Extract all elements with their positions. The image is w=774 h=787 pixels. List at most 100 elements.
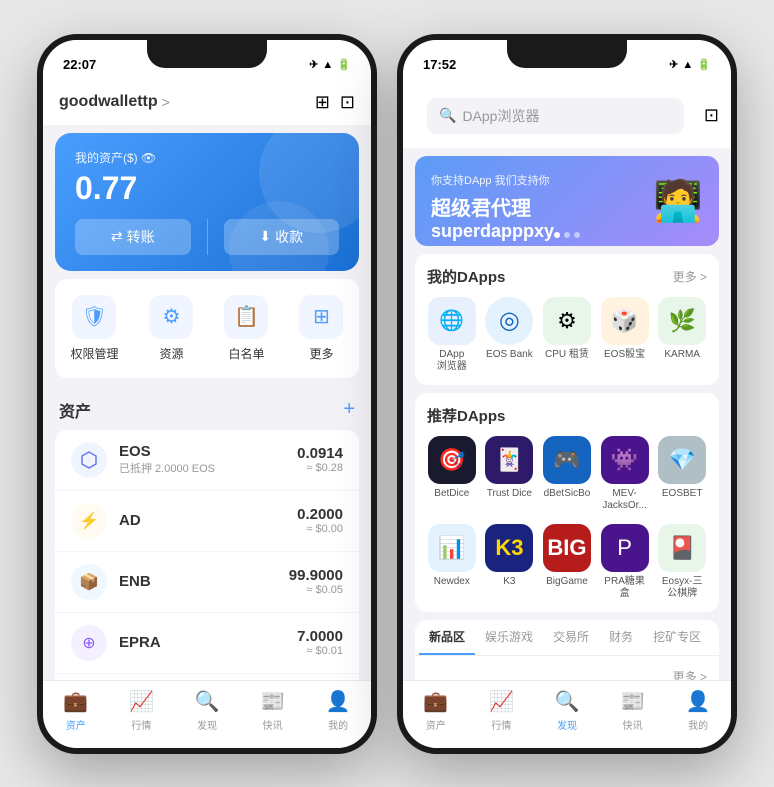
tab-mining[interactable]: 挖矿专区 <box>643 620 711 655</box>
dapp-eosbet[interactable]: 💎 EOSBET <box>657 436 707 512</box>
discover-tab-icon: 🔍 <box>195 689 220 714</box>
asset-row-enb[interactable]: 📦 ENB 99.9000 ≈ $0.05 <box>55 552 359 613</box>
me-tab-icon: 👤 <box>326 689 351 714</box>
dapp-dbetsicbo[interactable]: 🎮 dBetSicBo <box>542 436 592 512</box>
eosyx-name: Eosyx-三公棋牌 <box>662 576 703 600</box>
tab-market-label-1: 行情 <box>131 717 151 732</box>
dapp-k3[interactable]: K3 K3 <box>485 524 535 600</box>
pra-name: PRA糖果盒 <box>604 576 645 600</box>
market-tab-icon: 📈 <box>129 689 154 714</box>
tab-discover-label-2: 发现 <box>557 717 577 732</box>
search-placeholder: DApp浏览器 <box>462 106 539 126</box>
eosbank-icon: ◎ <box>499 306 520 335</box>
tab-me-2[interactable]: 👤 我的 <box>665 689 731 732</box>
transfer-icon: ⇄ <box>111 228 123 245</box>
dapp-eosbank-name: EOS Bank <box>486 349 533 361</box>
dbetsicbo-icon: 🎮 <box>553 447 580 473</box>
resource-icon-bg: ⚙ <box>149 295 193 339</box>
whitelist-icon-bg: 📋 <box>224 295 268 339</box>
shield-icon: 🛡 <box>82 304 107 329</box>
tab-discover-1[interactable]: 🔍 发现 <box>174 689 240 732</box>
tab-me-1[interactable]: 👤 我的 <box>305 689 371 732</box>
dapp-trustdice[interactable]: 🃏 Trust Dice <box>485 436 535 512</box>
tab-assets-2[interactable]: 💼 资产 <box>403 689 469 732</box>
recommended-dapps-title: 推荐DApps <box>427 405 505 426</box>
receive-label: 收款 <box>275 227 303 247</box>
tab-new[interactable]: 新品区 <box>419 620 475 655</box>
tab-finance[interactable]: 财务 <box>599 620 643 655</box>
discover-tab-icon-2: 🔍 <box>555 689 580 714</box>
search-bar[interactable]: 🔍 DApp浏览器 <box>427 98 684 134</box>
karma-icon: 🌿 <box>668 308 695 334</box>
enb-info: ENB <box>119 573 277 590</box>
tab-daily[interactable]: 日常工 <box>711 620 719 655</box>
dapp-newdex[interactable]: 📊 Newdex <box>427 524 477 600</box>
biggame-name: BigGame <box>546 576 588 588</box>
enb-icon: 📦 <box>71 564 107 600</box>
receive-button[interactable]: ⬇ 收款 <box>224 219 340 255</box>
new-apps-more[interactable]: 更多 > <box>427 664 707 680</box>
dapp-browser-icon: 🌐 <box>428 297 476 345</box>
scan-icon[interactable]: ⊞ <box>315 92 330 113</box>
dapp-karma[interactable]: 🌿 KARMA <box>657 297 707 373</box>
dapp-eossicbo-name: EOS骰宝 <box>604 349 645 361</box>
tab-market-2[interactable]: 📈 行情 <box>469 689 535 732</box>
dapp-browser[interactable]: 🌐 DApp浏览器 <box>427 297 477 373</box>
news-tab-icon-2: 📰 <box>620 689 645 714</box>
tab-exchange[interactable]: 交易所 <box>543 620 599 655</box>
asset-list: EOS 已抵押 2.0000 EOS 0.0914 ≈ $0.28 ⚡ <box>55 430 359 680</box>
tab-news-2[interactable]: 📰 快讯 <box>600 689 666 732</box>
tab-games[interactable]: 娱乐游戏 <box>475 620 543 655</box>
browser-icon: 🌐 <box>439 308 464 333</box>
airplane-icon: ✈ <box>309 58 318 71</box>
asset-row-eos[interactable]: EOS 已抵押 2.0000 EOS 0.0914 ≈ $0.28 <box>55 430 359 491</box>
grid-icon[interactable]: ⊡ <box>340 92 355 113</box>
resource-label: 资源 <box>159 345 183 362</box>
tab-discover-2[interactable]: 🔍 发现 <box>534 689 600 732</box>
eosyx-icon: 🎴 <box>668 535 695 561</box>
tab-news-1[interactable]: 📰 快讯 <box>240 689 306 732</box>
my-dapps-more[interactable]: 更多 > <box>673 268 707 285</box>
dapp-cpu[interactable]: ⚙ CPU 租赁 <box>542 297 592 373</box>
transfer-button[interactable]: ⇄ 转账 <box>75 219 191 255</box>
wallet-arrow[interactable]: > <box>162 94 170 110</box>
dapp-eossicbo[interactable]: 🎲 EOS骰宝 <box>600 297 650 373</box>
tab-market-1[interactable]: 📈 行情 <box>109 689 175 732</box>
dapp-biggame[interactable]: BIG BigGame <box>542 524 592 600</box>
assets-title: 资产 <box>59 398 91 422</box>
dapp-pra[interactable]: P PRA糖果盒 <box>600 524 650 600</box>
dapp-eosyx[interactable]: 🎴 Eosyx-三公棋牌 <box>657 524 707 600</box>
dapp-betdice[interactable]: 🎯 BetDice <box>427 436 477 512</box>
ad-name: AD <box>119 512 285 529</box>
add-asset-button[interactable]: + <box>343 398 355 421</box>
asset-label: 我的资产($) 👁 <box>75 149 339 166</box>
eos-name: EOS <box>119 443 285 460</box>
k3-icon-bg: K3 <box>485 524 533 572</box>
wifi-icon-2: ▲ <box>682 59 693 71</box>
main-container: 22:07 ✈ ▲ 🔋 goodwallettp > ⊞ ⊡ <box>17 14 757 774</box>
tab-assets-label-1: 资产 <box>66 717 86 732</box>
eos-sub: 已抵押 2.0000 EOS <box>119 460 285 476</box>
biggame-icon-bg: BIG <box>543 524 591 572</box>
quick-resource[interactable]: ⚙ 资源 <box>149 295 193 362</box>
epra-usd: ≈ $0.01 <box>297 645 343 657</box>
recommended-dapps-header: 推荐DApps <box>427 405 707 426</box>
list-icon: 📋 <box>234 304 259 329</box>
wallet-header: goodwallettp > ⊞ ⊡ <box>43 84 371 125</box>
eosbet-icon: 💎 <box>668 447 695 473</box>
promo-banner[interactable]: 你支持DApp 我们支持你 超级君代理 superdapppxy 🧑‍💻 <box>415 156 719 246</box>
dapp-eosbank[interactable]: ◎ EOS Bank <box>485 297 535 373</box>
quick-more[interactable]: ⊞ 更多 <box>299 295 343 362</box>
tab-assets-1[interactable]: 💼 资产 <box>43 689 109 732</box>
quick-auth[interactable]: 🛡 权限管理 <box>70 295 118 362</box>
asset-row-ad[interactable]: ⚡ AD 0.2000 ≈ $0.00 <box>55 491 359 552</box>
wallet-header-icons: ⊞ ⊡ <box>315 92 355 113</box>
asset-row-epra[interactable]: ⊕ EPRA 7.0000 ≈ $0.01 <box>55 613 359 674</box>
phone2-content: 🔍 DApp浏览器 ⊡ 你支持DApp 我们支持你 超级君代理 superdap… <box>403 84 731 680</box>
tab-bar-2: 💼 资产 📈 行情 🔍 发现 📰 快讯 👤 我的 <box>403 680 731 748</box>
dapp-mev[interactable]: 👾 MEV-JacksOr... <box>600 436 650 512</box>
quick-whitelist[interactable]: 📋 白名单 <box>224 295 268 362</box>
eos-info: EOS 已抵押 2.0000 EOS <box>119 443 285 476</box>
fullscreen-icon[interactable]: ⊡ <box>704 105 719 126</box>
pra-icon: P <box>617 535 632 561</box>
